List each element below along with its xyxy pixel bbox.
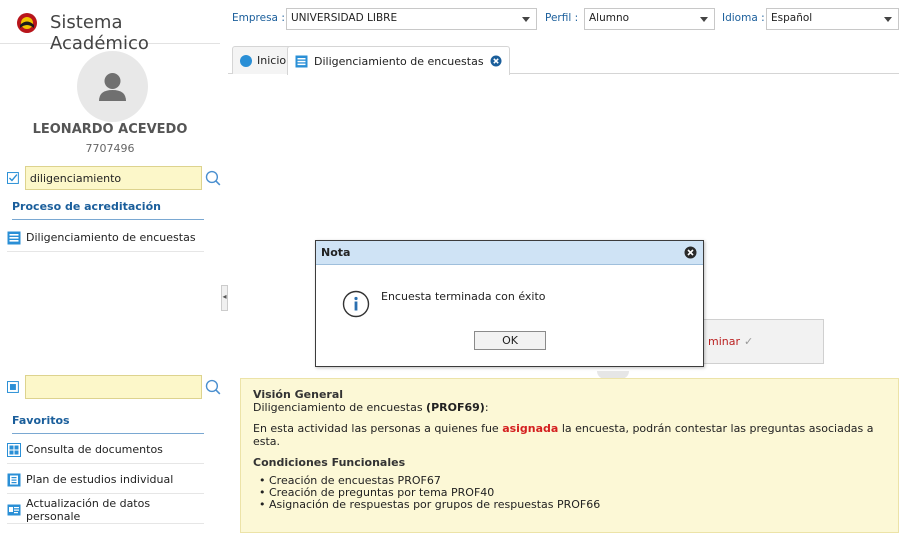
avatar xyxy=(77,51,148,122)
section-title-acreditacion: Proceso de acreditación xyxy=(12,200,204,220)
list-icon xyxy=(7,473,21,486)
info-panel: Visión General Diligenciamiento de encue… xyxy=(240,378,899,533)
favorite-item-consulta-documentos[interactable]: Consulta de documentos xyxy=(7,436,204,464)
favorites-search-input[interactable] xyxy=(24,375,203,399)
dialog-title: Nota xyxy=(321,246,351,259)
finish-button[interactable]: minar ✓ xyxy=(700,319,824,364)
list-icon xyxy=(295,55,308,67)
empresa-value: UNIVERSIDAD LIBRE xyxy=(291,12,398,24)
home-dot-icon xyxy=(240,54,252,67)
app-title: Sistema Académico xyxy=(50,12,149,54)
brand-header: Sistema Académico xyxy=(0,0,220,54)
search-icon[interactable] xyxy=(204,167,222,189)
search-icon[interactable] xyxy=(204,376,222,398)
chevron-down-icon xyxy=(700,17,708,22)
favorite-item-label: Plan de estudios individual xyxy=(26,473,174,486)
favorite-item-actualizacion-datos[interactable]: Actualización de datos personale xyxy=(7,496,204,524)
menu-item-label: Diligenciamiento de encuestas xyxy=(26,231,196,244)
tab-inicio[interactable]: Inicio xyxy=(232,46,295,74)
tab-diligenciamiento[interactable]: Diligenciamiento de encuestas xyxy=(287,46,510,75)
idioma-value: Español xyxy=(771,12,813,24)
favorite-item-label: Consulta de documentos xyxy=(26,443,163,456)
empresa-label: Empresa : xyxy=(232,12,285,24)
favorite-item-plan-estudios[interactable]: Plan de estudios individual xyxy=(7,466,204,494)
tab-label: Diligenciamiento de encuestas xyxy=(314,54,484,68)
check-icon: ✓ xyxy=(744,335,754,348)
section-title-favoritos: Favoritos xyxy=(12,414,204,434)
id-card-icon xyxy=(7,504,21,515)
close-circle-icon[interactable] xyxy=(684,246,697,259)
idioma-label: Idioma : xyxy=(722,12,765,24)
perfil-label: Perfil : xyxy=(545,12,579,24)
university-logo-icon xyxy=(17,13,37,33)
user-silhouette-icon xyxy=(99,73,126,101)
menu-item-diligenciamiento[interactable]: Diligenciamiento de encuestas xyxy=(7,224,204,252)
perfil-select[interactable]: Alumno xyxy=(584,8,715,30)
note-dialog: Nota Encuesta terminada con éxito OK xyxy=(315,240,704,367)
chevron-down-icon xyxy=(522,17,530,22)
checkbox-icon[interactable] xyxy=(7,172,19,184)
ok-button[interactable]: OK xyxy=(474,331,546,350)
dialog-header: Nota xyxy=(316,241,703,265)
list-icon xyxy=(7,231,21,244)
idioma-select[interactable]: Español xyxy=(766,8,899,30)
documents-icon xyxy=(7,442,21,457)
info-description: En esta actividad las personas a quienes… xyxy=(253,422,874,448)
close-circle-icon[interactable] xyxy=(490,55,502,67)
favorites-search-row xyxy=(7,375,222,399)
dialog-message: Encuesta terminada con éxito xyxy=(381,290,546,303)
condition-item: Asignación de respuestas por grupos de r… xyxy=(259,499,898,511)
favorite-item-label: Actualización de datos personale xyxy=(26,496,151,523)
menu-search-input[interactable] xyxy=(24,166,203,190)
perfil-value: Alumno xyxy=(589,12,630,24)
menu-search-row xyxy=(7,166,222,190)
finish-button-label: minar xyxy=(708,335,741,348)
checkbox-icon[interactable] xyxy=(7,381,19,393)
empresa-select[interactable]: UNIVERSIDAD LIBRE xyxy=(286,8,537,30)
info-icon xyxy=(342,290,370,318)
info-subtitle: Diligenciamiento de encuestas (PROF69): xyxy=(253,401,489,414)
conditions-list: Creación de encuestas PROF67 Creación de… xyxy=(259,475,898,511)
user-name: LEONARDO ACEVEDO xyxy=(32,122,188,137)
chevron-down-icon xyxy=(884,17,892,22)
tab-label: Inicio xyxy=(257,54,287,67)
info-title: Visión General xyxy=(253,388,344,401)
topbar: Empresa : UNIVERSIDAD LIBRE Perfil : Alu… xyxy=(232,8,899,30)
tab-bar: Inicio Diligenciamiento de encuestas xyxy=(228,46,899,75)
conditions-title: Condiciones Funcionales xyxy=(253,456,406,469)
user-id: 7707496 xyxy=(85,142,135,155)
sidebar-collapse-handle[interactable]: ◂ xyxy=(221,285,228,311)
sidebar: Sistema Académico LEONARDO ACEVEDO 77074… xyxy=(0,0,222,533)
